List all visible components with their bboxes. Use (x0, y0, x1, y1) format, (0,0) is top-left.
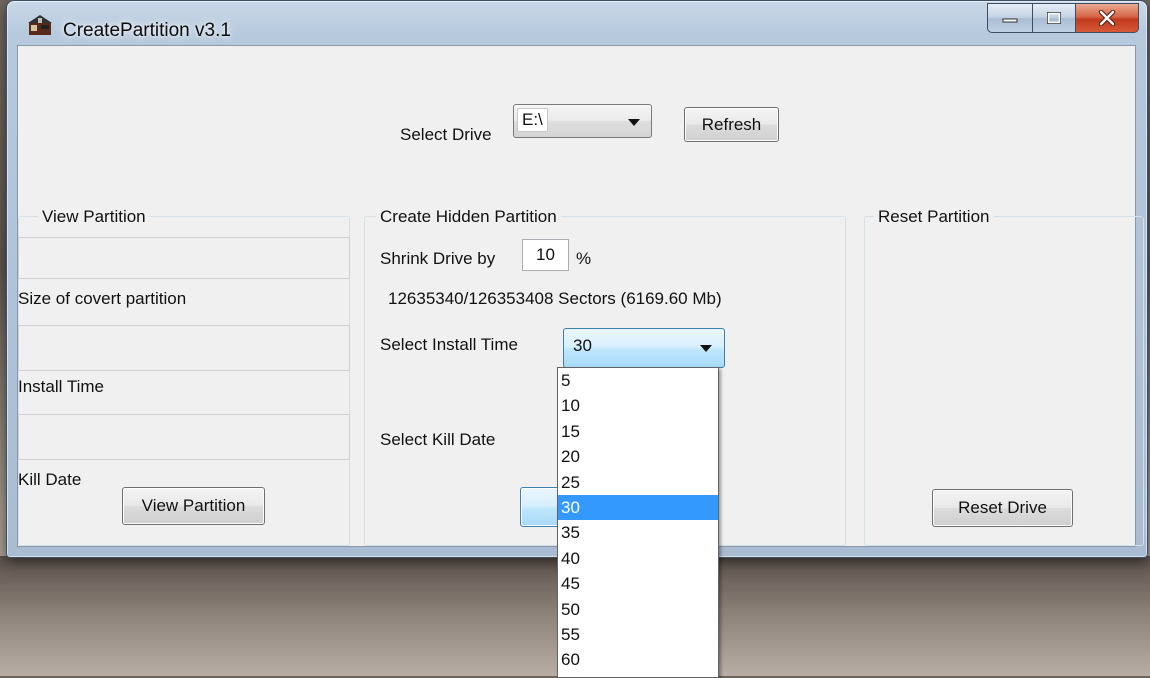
maximize-icon (1047, 12, 1061, 24)
reset-partition-title: Reset Partition (874, 207, 994, 227)
kill-date-info-label: Kill Date (18, 470, 82, 489)
install-time-option[interactable]: 10 (558, 393, 718, 418)
install-time-select-value: 30 (573, 336, 592, 355)
app-icon (28, 15, 52, 35)
title-bar[interactable]: CreatePartition v3.1 (7, 1, 1147, 45)
create-partition-title: Create Hidden Partition (376, 207, 561, 227)
install-time-option[interactable]: 40 (558, 546, 718, 571)
select-drive-label: Select Drive (400, 125, 492, 144)
caption-buttons (987, 3, 1139, 33)
install-time-option[interactable]: 20 (558, 444, 718, 469)
kill-date-select-label: Select Kill Date (380, 430, 496, 449)
view-partition-button[interactable]: View Partition (122, 487, 265, 525)
install-time-option[interactable]: 50 (558, 597, 718, 622)
close-icon (1098, 10, 1116, 26)
window-title: CreatePartition v3.1 (63, 20, 231, 41)
install-time-select-label: Select Install Time (380, 335, 518, 354)
install-time-option[interactable]: 15 (558, 419, 718, 444)
refresh-button[interactable]: Refresh (684, 107, 779, 142)
install-time-value-box (18, 325, 350, 371)
install-time-option[interactable]: 60 (558, 647, 718, 672)
close-button[interactable] (1076, 3, 1139, 33)
install-time-option[interactable]: 45 (558, 571, 718, 596)
minimize-button[interactable] (987, 3, 1033, 33)
shrink-percent-input[interactable]: 10 (522, 239, 569, 271)
install-time-option[interactable]: 35 (558, 520, 718, 545)
minimize-icon (1002, 18, 1018, 23)
kill-date-value-box (18, 414, 350, 460)
install-time-dropdown-list[interactable]: 5 10 15 20 25 30 35 40 45 50 55 60 (557, 367, 719, 678)
install-time-select[interactable]: 30 (563, 328, 725, 368)
chevron-down-icon (628, 119, 640, 126)
sectors-info-text: 12635340/126353408 Sectors (6169.60 Mb) (388, 289, 722, 308)
install-time-option[interactable]: 30 (558, 494, 718, 521)
install-time-option[interactable]: 25 (558, 470, 718, 495)
install-time-option[interactable]: 5 (558, 368, 718, 393)
view-partition-title: View Partition (38, 207, 150, 227)
percent-unit-label: % (576, 249, 592, 268)
install-time-info-label: Install Time (18, 377, 104, 396)
covert-size-label: Size of covert partition (18, 289, 187, 308)
reset-drive-button[interactable]: Reset Drive (932, 489, 1073, 527)
drive-select[interactable]: E:\ (513, 104, 652, 138)
drive-select-value: E:\ (517, 108, 548, 132)
covert-size-value-box (18, 237, 350, 279)
chevron-down-icon (700, 345, 712, 352)
maximize-button[interactable] (1033, 3, 1076, 33)
shrink-drive-label: Shrink Drive by (380, 249, 496, 268)
install-time-option[interactable]: 55 (558, 622, 718, 647)
